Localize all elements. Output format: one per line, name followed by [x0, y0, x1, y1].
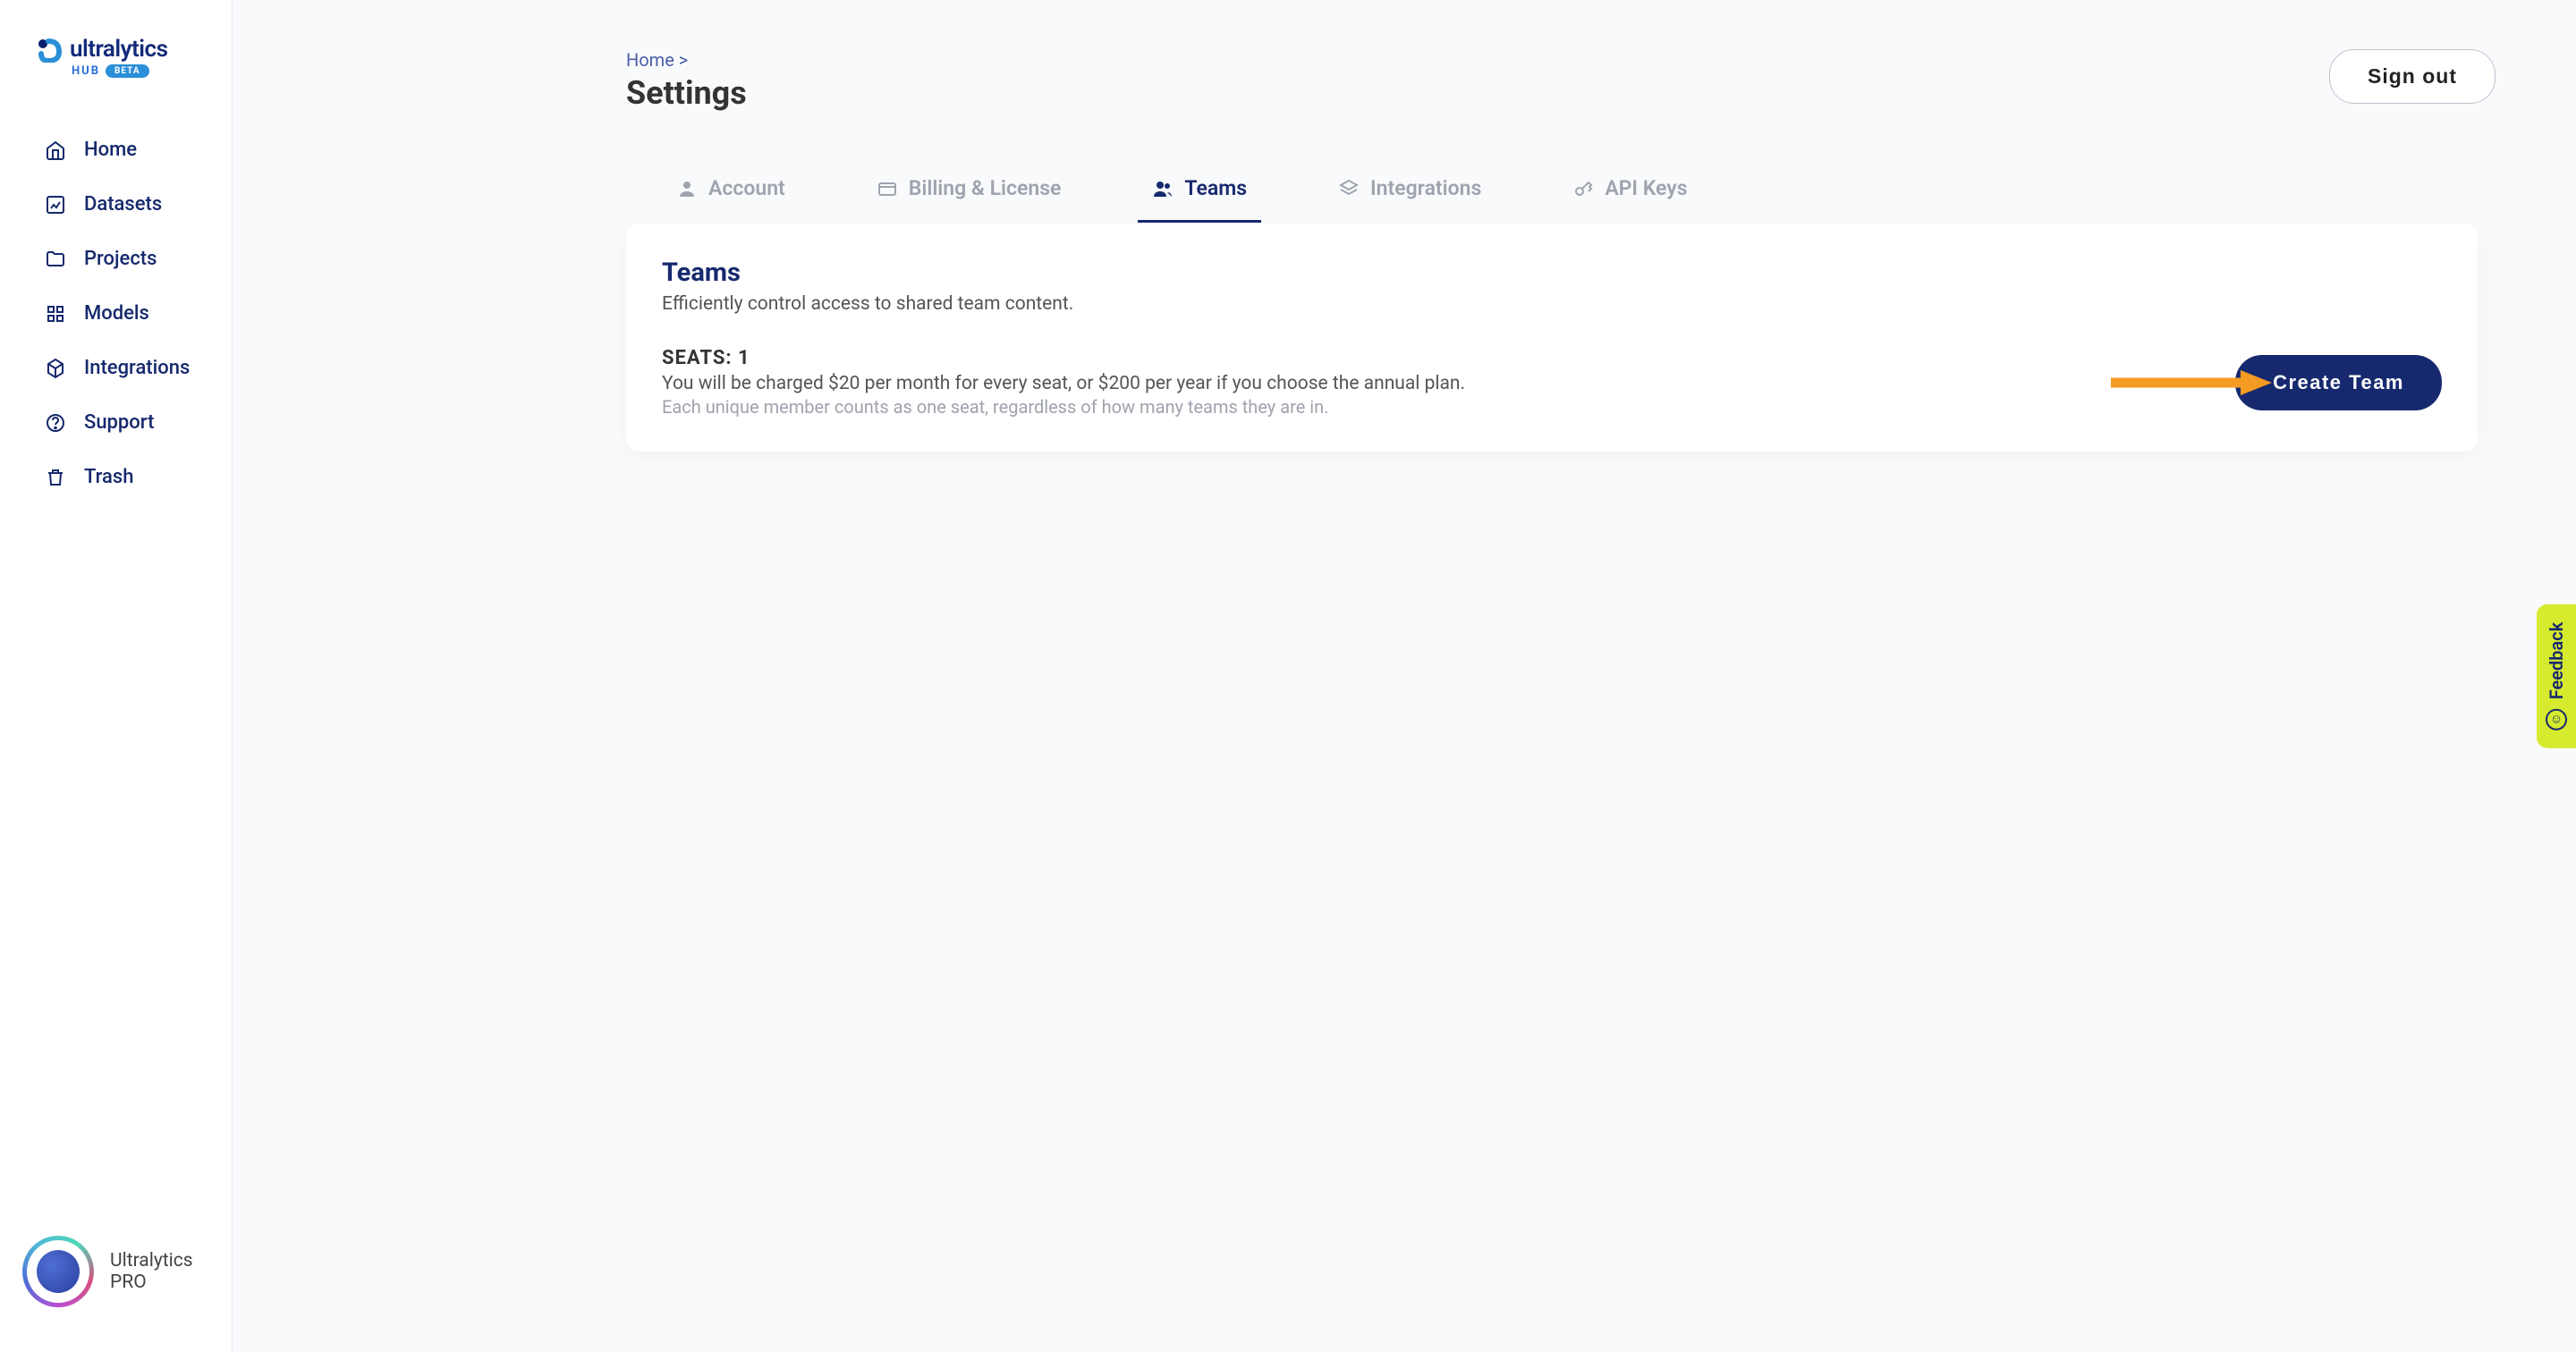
- logo[interactable]: ultralytics: [36, 36, 196, 63]
- user-name: Ultralytics: [110, 1250, 193, 1272]
- main-content: Home > Settings Sign out Account Billing…: [233, 0, 2576, 501]
- tab-label: Integrations: [1370, 176, 1481, 200]
- integrations-icon: [45, 358, 66, 379]
- sidebar: ultralytics HUB BETA Home Datasets Proje…: [0, 0, 233, 1352]
- nav-list: Home Datasets Projects Models Integratio…: [0, 114, 232, 513]
- seats-row: SEATS: 1 You will be charged $20 per mon…: [662, 347, 2442, 418]
- sidebar-item-support[interactable]: Support: [18, 395, 214, 450]
- home-icon: [45, 139, 66, 161]
- models-icon: [45, 303, 66, 325]
- page-title: Settings: [626, 74, 747, 112]
- top-row: Home > Settings Sign out: [313, 49, 2496, 112]
- tab-label: Teams: [1184, 176, 1247, 200]
- breadcrumb: Home >: [626, 49, 747, 71]
- tab-label: Billing & License: [909, 176, 1062, 200]
- sidebar-item-models[interactable]: Models: [18, 286, 214, 341]
- nav-label: Trash: [84, 466, 133, 488]
- sidebar-item-home[interactable]: Home: [18, 123, 214, 177]
- seats-note: Each unique member counts as one seat, r…: [662, 396, 1465, 418]
- card-icon: [877, 178, 898, 199]
- tab-label: Account: [708, 176, 785, 200]
- feedback-tab[interactable]: Feedback ☺: [2537, 604, 2576, 748]
- user-info: Ultralytics PRO: [110, 1250, 193, 1293]
- card-subtitle: Efficiently control access to shared tea…: [662, 293, 2442, 315]
- datasets-icon: [45, 194, 66, 215]
- teams-card: Teams Efficiently control access to shar…: [626, 224, 2478, 452]
- breadcrumb-home[interactable]: Home: [626, 49, 674, 71]
- create-team-button[interactable]: Create Team: [2235, 355, 2442, 410]
- brand-sub: HUB BETA: [72, 64, 196, 78]
- tab-integrations[interactable]: Integrations: [1324, 165, 1496, 223]
- tab-account[interactable]: Account: [662, 165, 800, 223]
- signout-button[interactable]: Sign out: [2329, 49, 2496, 104]
- sidebar-item-datasets[interactable]: Datasets: [18, 177, 214, 232]
- brand-icon: [36, 36, 63, 63]
- logo-area: ultralytics HUB BETA: [0, 27, 232, 114]
- seats-desc: You will be charged $20 per month for ev…: [662, 373, 1465, 394]
- header-left: Home > Settings: [313, 49, 747, 112]
- brand-name: ultralytics: [70, 36, 167, 63]
- user-plan: PRO: [110, 1272, 193, 1293]
- breadcrumb-sep: >: [679, 49, 688, 71]
- tab-label: API Keys: [1605, 176, 1687, 200]
- feedback-label: Feedback: [2546, 622, 2567, 700]
- smiley-icon: ☺: [2546, 708, 2567, 730]
- seats-info: SEATS: 1 You will be charged $20 per mon…: [662, 347, 1465, 418]
- people-icon: [1152, 178, 1174, 199]
- nav-label: Projects: [84, 248, 157, 270]
- seats-label: SEATS: 1: [662, 347, 1465, 369]
- sidebar-item-trash[interactable]: Trash: [18, 450, 214, 504]
- nav-label: Integrations: [84, 357, 190, 379]
- tab-apikeys[interactable]: API Keys: [1558, 165, 1701, 223]
- hub-label: HUB: [72, 64, 100, 78]
- person-icon: [676, 178, 698, 199]
- beta-badge: BETA: [106, 64, 149, 78]
- nav-label: Models: [84, 302, 149, 325]
- trash-icon: [45, 467, 66, 488]
- card-title: Teams: [662, 258, 2442, 288]
- nav-label: Home: [84, 139, 137, 161]
- sidebar-item-projects[interactable]: Projects: [18, 232, 214, 286]
- support-icon: [45, 412, 66, 434]
- tab-billing[interactable]: Billing & License: [862, 165, 1076, 223]
- avatar: [22, 1236, 94, 1307]
- projects-icon: [45, 249, 66, 270]
- tab-teams[interactable]: Teams: [1138, 165, 1261, 223]
- key-icon: [1572, 178, 1594, 199]
- sidebar-item-integrations[interactable]: Integrations: [18, 341, 214, 395]
- nav-label: Datasets: [84, 193, 162, 215]
- layers-icon: [1338, 178, 1360, 199]
- tabs-row: Account Billing & License Teams Integrat…: [662, 165, 2496, 224]
- nav-label: Support: [84, 411, 154, 434]
- sidebar-user[interactable]: Ultralytics PRO: [0, 1218, 232, 1325]
